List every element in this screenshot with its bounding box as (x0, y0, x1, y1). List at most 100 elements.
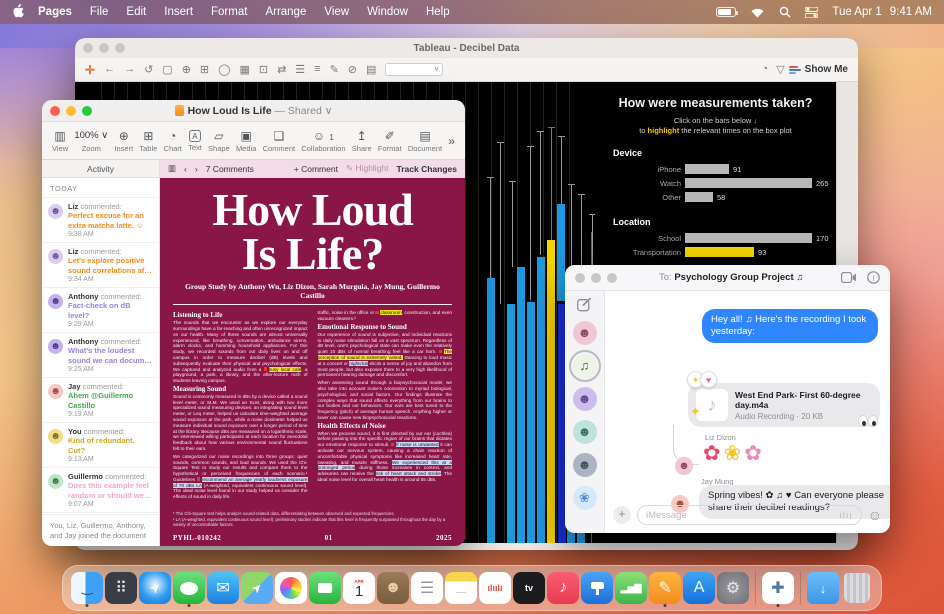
track-changes-button[interactable]: Track Changes (397, 164, 457, 174)
apple-menu-icon[interactable] (12, 4, 24, 21)
dock-icon-messages[interactable] (173, 572, 205, 604)
tableau-titlebar[interactable]: Tableau - Decibel Data (75, 38, 858, 58)
tableau-tool-icon-7[interactable]: ▦ (239, 63, 249, 76)
info-icon[interactable]: i (867, 271, 880, 284)
dock-icon-music[interactable]: ♪ (547, 572, 579, 604)
menu-item-window[interactable]: Window (367, 6, 408, 18)
menu-item-help[interactable]: Help (426, 6, 450, 18)
minimize-button[interactable] (591, 273, 601, 283)
conversation-avatar-5[interactable]: ☻ (573, 453, 597, 477)
fit-dropdown[interactable]: ∨ (385, 63, 443, 76)
dock-icon-facetime[interactable] (309, 572, 341, 604)
comment-item[interactable]: ☻Jay commented:Ahem @Guillermo Castillo9… (42, 378, 159, 423)
dock-icon-numbers[interactable]: ▂▅▇ (615, 572, 647, 604)
boxplot-bar[interactable] (547, 240, 555, 543)
add-comment-button[interactable]: + Comment (294, 164, 338, 174)
tableau-right-icon-0[interactable]: ◔ (762, 63, 769, 76)
tapback-icon[interactable]: ♥ (700, 371, 717, 388)
messages-traffic-lights[interactable] (575, 273, 617, 283)
menu-date[interactable]: Tue Apr 1 (832, 6, 881, 18)
highlight-button[interactable]: ✎ Highlight (346, 163, 389, 174)
dock-icon-notes[interactable]: — (445, 572, 477, 604)
dock-icon-app-store[interactable]: A (683, 572, 715, 604)
messages-titlebar[interactable]: To: Psychology Group Project ♫ i (565, 265, 890, 291)
menu-item-edit[interactable]: Edit (126, 6, 146, 18)
tableau-right-icon-1[interactable]: ▽ (776, 63, 784, 76)
dock-icon-tv[interactable]: tv (513, 572, 545, 604)
video-call-icon[interactable] (841, 272, 857, 283)
dock-icon-photos[interactable] (275, 572, 307, 604)
tableau-tool-icon-6[interactable]: ◯ (218, 63, 230, 76)
battery-icon[interactable] (716, 7, 736, 17)
comment-item[interactable]: ☻Anthony commented:Fact-check on dB leve… (42, 288, 159, 333)
boxplot-bar[interactable] (507, 304, 515, 543)
dock-icon-calendar[interactable]: APR1 (343, 572, 375, 604)
toolbar-insert-button[interactable]: ⊕Insert (114, 129, 133, 153)
toolbar-collaboration-button[interactable]: ☺ 1Collaboration (301, 129, 345, 153)
tableau-tool-icon-12[interactable]: ✎ (330, 63, 339, 76)
toolbar-chart-button[interactable]: ◔Chart (164, 129, 182, 153)
toolbar-media-button[interactable]: ▣Media (236, 129, 256, 153)
comment-item[interactable]: ☻Liz commented:Let's explore positive so… (42, 243, 159, 288)
menu-item-arrange[interactable]: Arrange (265, 6, 306, 18)
bar-watch[interactable] (685, 178, 812, 188)
conversation-avatar-2[interactable]: ♫ (573, 354, 597, 378)
dock-icon-maps[interactable]: ➤ (241, 572, 273, 604)
comment-item[interactable]: ☻Liz commented:Perfect excuse for an ext… (42, 198, 159, 243)
audio-record-icon[interactable]: ılıı (839, 510, 853, 520)
dock-icon-mail[interactable]: ✉ (207, 572, 239, 604)
bar-school[interactable] (685, 233, 812, 243)
menu-item-insert[interactable]: Insert (164, 6, 193, 18)
toolbar-zoom-button[interactable]: 100% ∨Zoom (74, 129, 108, 153)
audio-attachment-bubble[interactable]: ♪✦ West End Park- First 60-degree day.m4… (688, 383, 880, 427)
next-comment-button[interactable]: › (195, 164, 198, 174)
bar-transportation[interactable] (685, 247, 754, 257)
conversation-avatar-4[interactable]: ☻ (573, 420, 597, 444)
dock-icon-trash[interactable] (844, 573, 870, 603)
tableau-tool-icon-0[interactable]: ← (104, 63, 115, 76)
show-me-button[interactable]: ◔▽ Show Me (762, 63, 848, 76)
toolbar-shape-button[interactable]: ▱Shape (208, 129, 230, 153)
tableau-tool-icon-11[interactable]: ≡ (314, 63, 320, 76)
boxplot-bar[interactable] (557, 204, 565, 301)
toolbar-view-button[interactable]: ▥View (52, 129, 68, 153)
close-button[interactable] (575, 273, 585, 283)
tableau-tool-icon-10[interactable]: ☰ (295, 63, 305, 76)
compose-icon[interactable] (577, 297, 592, 312)
bar-other[interactable] (685, 192, 713, 202)
imessage-input[interactable]: iMessageılıı (637, 505, 862, 525)
document-page[interactable]: How LoudIs Life? Group Study by Anthony … (160, 178, 465, 546)
dock-icon-keynote[interactable] (581, 572, 613, 604)
boxplot-bar[interactable] (517, 267, 525, 543)
dock-icon-tableau[interactable]: ✚ (762, 572, 794, 604)
sidebar-toggle-icon[interactable]: ▥ (168, 163, 176, 174)
toolbar-share-button[interactable]: ↥Share (352, 129, 372, 153)
tableau-tool-icon-4[interactable]: ⊕ (182, 63, 191, 76)
tableau-tool-icon-5[interactable]: ⊞ (200, 63, 209, 76)
toolbar-comment-button[interactable]: ❏Comment (263, 129, 296, 153)
menu-time[interactable]: 9:41 AM (890, 6, 932, 18)
prev-comment-button[interactable]: ‹ (184, 164, 187, 174)
menu-app-name[interactable]: Pages (38, 6, 72, 18)
control-center-icon[interactable] (805, 7, 818, 18)
boxplot-bar[interactable] (527, 302, 535, 543)
toolbar-document-button[interactable]: ▤Document (408, 129, 442, 153)
tableau-logo-icon[interactable]: ✛ (85, 63, 95, 77)
dock-icon-finder[interactable]: ‿ (71, 572, 103, 604)
tableau-tool-icon-2[interactable]: ↺ (144, 63, 153, 76)
toolbar-text-button[interactable]: AText (188, 130, 202, 152)
conversation-avatar-1[interactable]: ☻ (573, 321, 597, 345)
boxplot-bar[interactable] (487, 278, 495, 543)
toolbar-table-button[interactable]: ⊞Table (139, 129, 157, 153)
dock-icon-safari[interactable]: ➤ (139, 572, 171, 604)
menu-item-file[interactable]: File (90, 6, 109, 18)
tableau-tool-icon-3[interactable]: ▢ (162, 63, 172, 76)
conversation-avatar-3[interactable]: ☻ (573, 387, 597, 411)
comment-item[interactable]: ☻Anthony commented:What's the loudest so… (42, 333, 159, 378)
tableau-tool-icon-13[interactable]: ⊘ (348, 63, 357, 76)
tableau-tool-icon-8[interactable]: ⊡ (259, 63, 268, 76)
shared-label[interactable]: — Shared ∨ (275, 105, 333, 117)
emoji-picker-icon[interactable]: ☺ (868, 507, 882, 523)
search-icon[interactable] (779, 6, 791, 18)
tableau-tool-icon-9[interactable]: ⇄ (277, 63, 286, 76)
